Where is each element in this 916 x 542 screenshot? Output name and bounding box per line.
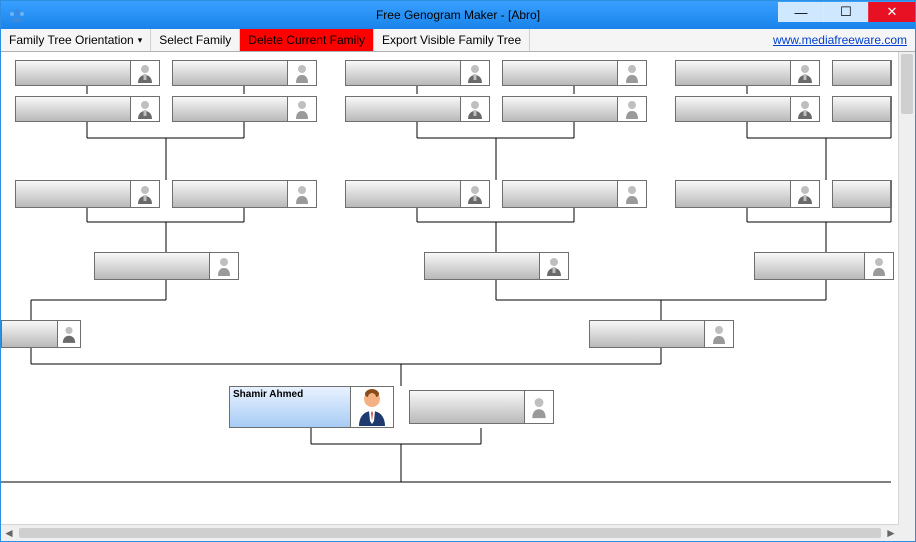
- female-icon: [865, 253, 893, 279]
- scroll-thumb[interactable]: [19, 528, 881, 538]
- person-name: [590, 321, 705, 347]
- person-node[interactable]: [832, 96, 892, 122]
- app-icon: [9, 7, 25, 23]
- person-node[interactable]: [172, 96, 317, 122]
- person-name: [16, 97, 131, 121]
- spouse-node[interactable]: [409, 390, 554, 424]
- person-node[interactable]: [94, 252, 239, 280]
- delete-family-button[interactable]: Delete Current Family: [240, 29, 374, 51]
- male-icon: [540, 253, 568, 279]
- person-node[interactable]: [424, 252, 569, 280]
- person-name: [755, 253, 865, 279]
- male-icon: [461, 97, 489, 121]
- person-name: [503, 181, 618, 207]
- person-name: [2, 321, 58, 347]
- male-color-icon: [351, 387, 393, 427]
- window-controls: — ☐ ✕: [778, 1, 915, 29]
- person-name: [16, 181, 131, 207]
- scroll-right-icon[interactable]: ►: [883, 526, 899, 540]
- person-node[interactable]: [502, 60, 647, 86]
- person-node[interactable]: [832, 60, 892, 86]
- title-bar: Free Genogram Maker - [Abro] — ☐ ✕: [1, 1, 915, 29]
- female-icon: [288, 181, 316, 207]
- female-icon: [288, 97, 316, 121]
- female-icon: [618, 97, 646, 121]
- website-link-container: www.mediafreeware.com: [765, 29, 915, 51]
- person-node[interactable]: [754, 252, 894, 280]
- male-icon: [791, 97, 819, 121]
- website-link[interactable]: www.mediafreeware.com: [773, 33, 907, 47]
- person-name: [425, 253, 540, 279]
- close-button[interactable]: ✕: [868, 2, 915, 22]
- app-window: Free Genogram Maker - [Abro] — ☐ ✕ Famil…: [0, 0, 916, 542]
- male-icon: [791, 61, 819, 85]
- person-node[interactable]: [15, 96, 160, 122]
- vertical-scrollbar[interactable]: [898, 52, 915, 525]
- person-node[interactable]: [502, 180, 647, 208]
- person-name: [346, 181, 461, 207]
- person-name: [676, 97, 791, 121]
- male-icon: [131, 61, 159, 85]
- person-node[interactable]: [675, 60, 820, 86]
- person-name: [173, 97, 288, 121]
- chevron-down-icon: ▾: [138, 35, 143, 46]
- person-node[interactable]: [345, 180, 490, 208]
- male-icon: [791, 181, 819, 207]
- person-node[interactable]: [1, 320, 81, 348]
- female-icon: [618, 61, 646, 85]
- female-icon: [525, 391, 553, 423]
- female-icon: [288, 61, 316, 85]
- person-name: [173, 181, 288, 207]
- person-node[interactable]: [589, 320, 734, 348]
- person-name: [503, 61, 618, 85]
- female-icon: [210, 253, 238, 279]
- male-icon: [461, 61, 489, 85]
- person-name: [346, 61, 461, 85]
- person-name: [95, 253, 210, 279]
- female-icon: [618, 181, 646, 207]
- toolbar: Family Tree Orientation ▾ Select Family …: [1, 29, 915, 52]
- tree-viewport: Shamir Ahmed ◄ ►: [1, 52, 915, 541]
- export-tree-button[interactable]: Export Visible Family Tree: [374, 29, 530, 51]
- person-node[interactable]: [345, 60, 490, 86]
- male-icon: [131, 181, 159, 207]
- person-node[interactable]: [832, 180, 892, 208]
- horizontal-scrollbar[interactable]: ◄ ►: [1, 524, 899, 541]
- person-node[interactable]: [15, 60, 160, 86]
- person-name: [676, 61, 791, 85]
- male-icon: [461, 181, 489, 207]
- person-node[interactable]: [675, 180, 820, 208]
- person-name: [503, 97, 618, 121]
- female-icon: [705, 321, 733, 347]
- scroll-corner: [899, 525, 915, 541]
- person-name: [410, 391, 525, 423]
- scroll-left-icon[interactable]: ◄: [1, 526, 17, 540]
- person-name: [346, 97, 461, 121]
- person-name: [676, 181, 791, 207]
- orientation-dropdown[interactable]: Family Tree Orientation ▾: [1, 29, 151, 51]
- person-node[interactable]: [675, 96, 820, 122]
- select-family-button[interactable]: Select Family: [151, 29, 240, 51]
- minimize-button[interactable]: —: [778, 2, 823, 22]
- person-name: [173, 61, 288, 85]
- person-node[interactable]: [502, 96, 647, 122]
- person-name: [16, 61, 131, 85]
- tree-connectors: [1, 52, 899, 525]
- person-node[interactable]: [172, 180, 317, 208]
- male-icon: [131, 97, 159, 121]
- male-icon: [58, 321, 80, 347]
- person-node[interactable]: [172, 60, 317, 86]
- home-person-name: Shamir Ahmed: [230, 387, 351, 427]
- tree-canvas[interactable]: Shamir Ahmed: [1, 52, 899, 525]
- home-person-node[interactable]: Shamir Ahmed: [229, 386, 394, 428]
- scroll-thumb[interactable]: [901, 54, 913, 114]
- person-node[interactable]: [345, 96, 490, 122]
- person-node[interactable]: [15, 180, 160, 208]
- person-name: [833, 61, 891, 85]
- person-name: [833, 181, 891, 207]
- person-name: [833, 97, 891, 121]
- maximize-button[interactable]: ☐: [823, 2, 868, 22]
- orientation-label: Family Tree Orientation: [9, 33, 134, 47]
